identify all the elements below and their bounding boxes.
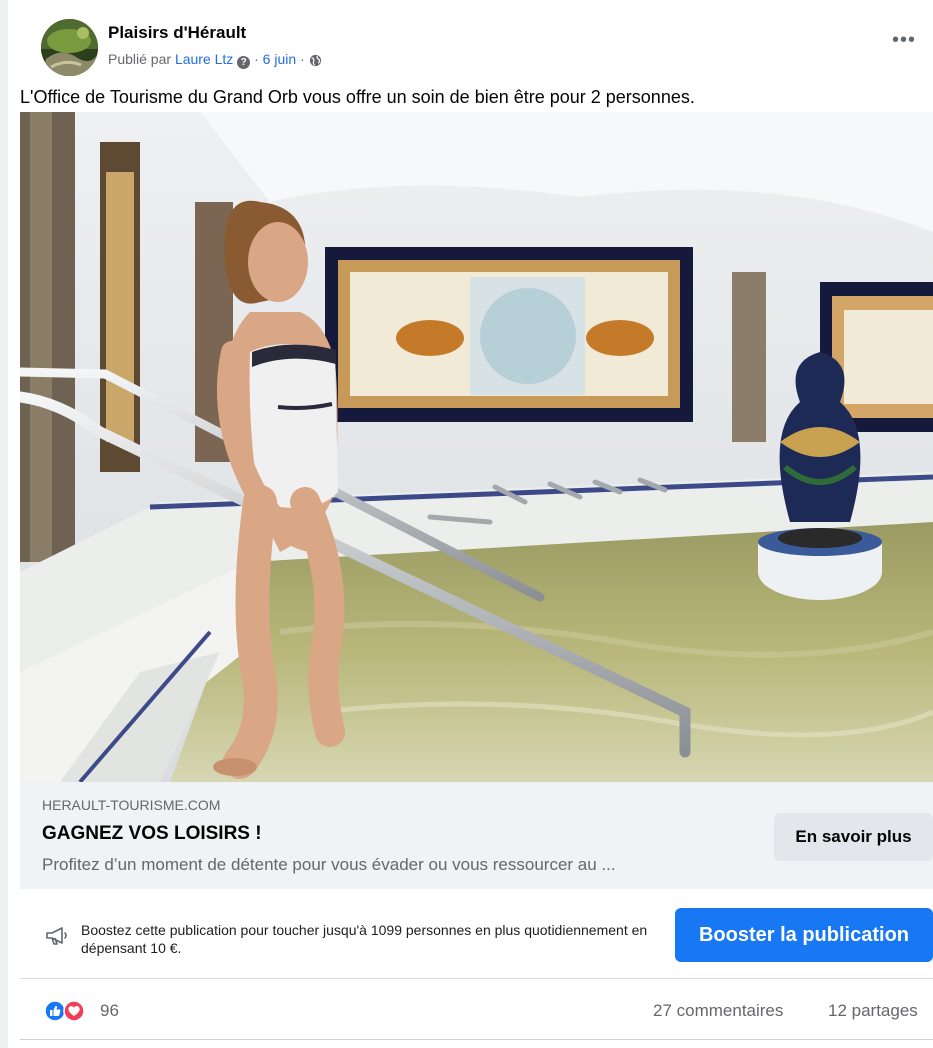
shares-count-link[interactable]: 12 partages	[828, 1001, 918, 1021]
boost-description: Boostez cette publication pour toucher j…	[81, 922, 648, 956]
question-badge-icon[interactable]: ?	[237, 56, 251, 69]
post-date-link[interactable]: 6 juin	[263, 51, 296, 67]
left-border	[0, 0, 8, 1048]
globe-icon[interactable]	[309, 54, 322, 70]
link-domain: HERAULT-TOURISME.COM	[42, 797, 221, 813]
boost-post-button[interactable]: Booster la publication	[675, 908, 933, 962]
learn-more-button[interactable]: En savoir plus	[774, 813, 933, 861]
link-preview[interactable]: HERAULT-TOURISME.COM GAGNEZ VOS LOISIRS …	[20, 782, 933, 889]
post-text: L'Office de Tourisme du Grand Orb vous o…	[20, 87, 695, 107]
link-description: Profitez d’un moment de détente pour vou…	[42, 855, 616, 874]
post-header: Plaisirs d'Hérault Publié par Laure Ltz …	[20, 15, 933, 77]
more-options-button[interactable]: •••	[892, 30, 916, 50]
reaction-count[interactable]: 96	[100, 1001, 119, 1021]
boost-section: Boostez cette publication pour toucher j…	[20, 889, 933, 979]
engagement-bar: 96 27 commentaires 12 partages	[20, 980, 933, 1040]
comments-count-link[interactable]: 27 commentaires	[653, 1001, 783, 1021]
meta-separator: ·	[300, 51, 305, 67]
reaction-icons[interactable]	[44, 1000, 94, 1022]
published-by-label: Publié par	[108, 51, 172, 67]
megaphone-icon	[45, 926, 69, 951]
post-photo[interactable]	[20, 112, 933, 782]
meta-separator: ·	[254, 51, 259, 67]
feed-post: Plaisirs d'Hérault Publié par Laure Ltz …	[20, 0, 933, 1048]
page-name[interactable]: Plaisirs d'Hérault	[108, 23, 246, 43]
post-meta: Publié par Laure Ltz ? · 6 juin ·	[108, 51, 322, 70]
author-link[interactable]: Laure Ltz	[175, 51, 233, 67]
page-avatar[interactable]	[41, 19, 98, 76]
link-title[interactable]: GAGNEZ VOS LOISIRS !	[42, 823, 262, 845]
